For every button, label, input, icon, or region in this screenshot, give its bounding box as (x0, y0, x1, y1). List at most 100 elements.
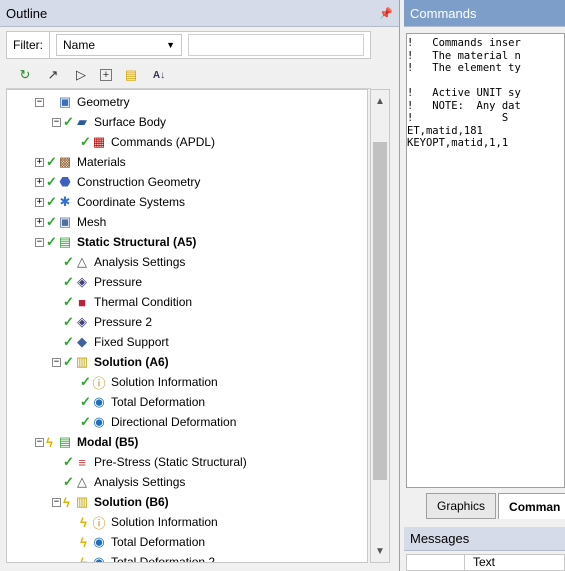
geometry-icon: ▣ (58, 94, 72, 109)
tree-item[interactable]: + ✓ ▩ Materials (35, 152, 126, 172)
outline-tree: − ▣ Geometry − ✓ ▰ Surface Body ✓ ▦ Commands (APD… (6, 89, 368, 563)
collapse-icon[interactable]: − (52, 357, 61, 367)
tree-item[interactable]: ϟ ⓘ Solution Information (69, 512, 218, 532)
commands-title: Commands (410, 5, 477, 21)
sort-az-icon[interactable]: A↓ (150, 66, 168, 84)
command-line: ! The element ty (407, 62, 521, 74)
scroll-down-icon[interactable]: ▼ (371, 542, 389, 560)
collapse-icon[interactable]: − (52, 497, 61, 507)
tree-item[interactable]: ✓ △ Analysis Settings (52, 252, 185, 272)
tree-item[interactable]: ✓ △ Analysis Settings (52, 472, 185, 492)
tree-item[interactable]: − ϟ ▥ Solution (B6) (52, 492, 169, 512)
scroll-up-icon[interactable]: ▲ (371, 92, 389, 110)
commands-editor[interactable]: ! Commands inser! The material n! The el… (406, 33, 565, 488)
filter-input[interactable] (188, 34, 364, 56)
tree-item-label: Pressure (94, 275, 143, 289)
expand-icon[interactable]: + (35, 177, 44, 187)
filter-dropdown[interactable]: Name ▼ (56, 34, 182, 56)
commands-pane: Commands ! Commands inser! The material … (404, 0, 565, 525)
tree-item[interactable]: ✓ ■ Thermal Condition (52, 292, 192, 312)
commands-icon: ▦ (92, 134, 106, 149)
tree-item[interactable]: ✓ ◉ Total Deformation (69, 392, 205, 412)
collapse-icon[interactable]: − (52, 117, 61, 127)
lightning-icon: ϟ (80, 554, 87, 563)
commands-tabs: Graphics Comman (406, 491, 565, 521)
tree-item-label: Mesh (77, 215, 107, 229)
command-line (407, 75, 564, 88)
tree-item[interactable]: − ϟ ▤ Modal (B5) (35, 432, 138, 452)
tree-item[interactable]: ✓ ◉ Directional Deformation (69, 412, 236, 432)
messages-title-bar: Messages (404, 527, 565, 551)
tree-item[interactable]: ϟ ◉ Total Deformation 2 (69, 552, 216, 563)
outline-toolbar: ↻ ↗ ▷ + ▤ A↓ (6, 62, 371, 89)
tree-scrollbar[interactable]: ▲ ▼ (370, 89, 390, 563)
tree-item[interactable]: ✓ ▦ Commands (APDL) (69, 132, 215, 152)
tree-item[interactable]: + ✓ ⬣ Construction Geometry (35, 172, 200, 192)
tree-item-label: Total Deformation (111, 535, 206, 549)
tree-item[interactable]: − ▣ Geometry (35, 92, 130, 112)
tree-item[interactable]: + ✓ ✱ Coordinate Systems (35, 192, 185, 212)
tab-commands[interactable]: Comman (498, 493, 565, 519)
collapse-icon[interactable]: − (35, 97, 44, 107)
check-icon: ✓ (46, 214, 57, 229)
show-icon[interactable]: ↗ (44, 66, 62, 84)
check-icon: ✓ (63, 114, 74, 129)
tree-item-label: Fixed Support (94, 335, 169, 349)
messages-column-text[interactable]: Text (465, 555, 495, 570)
check-icon: ✓ (63, 314, 74, 329)
tree-item-label: Geometry (77, 95, 130, 109)
tree-item[interactable]: − ✓ ▰ Surface Body (52, 112, 166, 132)
lightning-icon: ϟ (63, 494, 70, 510)
check-icon: ✓ (63, 354, 74, 369)
scrollbar-thumb[interactable] (373, 142, 387, 480)
tree-filter-icon[interactable]: ▷ (72, 66, 90, 84)
check-icon: ✓ (63, 474, 74, 489)
outline-title: Outline (6, 5, 48, 21)
tree-item[interactable]: ✓ ◈ Pressure 2 (52, 312, 152, 332)
tree-item[interactable]: ✓ ◈ Pressure (52, 272, 142, 292)
command-line: ! Active UNIT sy (407, 87, 521, 99)
expand-icon[interactable]: + (35, 197, 44, 207)
tree-item[interactable]: ϟ ◉ Total Deformation (69, 532, 205, 552)
check-icon: ✓ (63, 294, 74, 309)
collapse-icon[interactable]: − (35, 437, 44, 447)
coordinate-systems-icon: ✱ (59, 194, 71, 209)
chevron-down-icon: ▼ (166, 40, 175, 50)
tree-item-label: Pre-Stress (Static Structural) (94, 455, 247, 469)
expand-all-icon[interactable]: + (100, 69, 112, 81)
commands-title-bar: Commands (404, 0, 565, 27)
tree-item-label: Coordinate Systems (77, 195, 186, 209)
pin-icon[interactable]: 📌 (379, 7, 393, 20)
tab-graphics[interactable]: Graphics (426, 493, 497, 519)
materials-icon: ▩ (58, 154, 72, 169)
tree-item[interactable]: ✓ ≡ Pre-Stress (Static Structural) (52, 452, 247, 472)
check-icon: ✓ (46, 174, 57, 189)
expand-icon[interactable]: + (35, 217, 44, 227)
command-line: ! NOTE: Any dat (407, 99, 521, 112)
tree-item[interactable]: ✓ ⓘ Solution Information (69, 372, 218, 392)
filter-label: Filter: (7, 32, 50, 58)
tree-item-label: Solution (B6) (94, 495, 169, 509)
collapse-icon[interactable]: − (35, 237, 44, 247)
folder-icon[interactable]: ▤ (122, 66, 140, 84)
deformation-icon: ◉ (93, 414, 105, 429)
tree-item-label: Total Deformation 2 (111, 555, 216, 563)
messages-pane: Messages Text (404, 527, 565, 571)
tree-item[interactable]: − ✓ ▤ Static Structural (A5) (35, 232, 196, 252)
static-structural-icon: ▤ (58, 234, 72, 249)
command-line: ! The material n (407, 49, 521, 62)
tree-item-label: Construction Geometry (77, 175, 201, 189)
lightning-icon: ϟ (80, 534, 87, 550)
tree-item[interactable]: + ✓ ▣ Mesh (35, 212, 106, 232)
check-icon: ✓ (63, 254, 74, 269)
refresh-icon[interactable]: ↻ (16, 66, 34, 84)
filter-row: Filter: Name ▼ (6, 31, 371, 59)
solution-icon: ▥ (75, 494, 89, 509)
expand-icon[interactable]: + (35, 157, 44, 167)
mesh-icon: ▣ (58, 214, 72, 229)
pressure-icon: ◈ (77, 314, 87, 329)
tree-item[interactable]: − ✓ ▥ Solution (A6) (52, 352, 169, 372)
tree-item[interactable]: ✓ ◆ Fixed Support (52, 332, 169, 352)
deformation-icon: ◉ (93, 534, 105, 549)
messages-header: Text (406, 554, 565, 571)
